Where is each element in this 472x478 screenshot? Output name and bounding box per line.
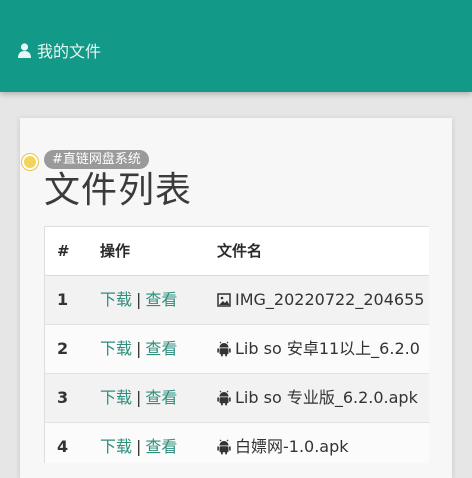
file-name-cell[interactable]: Lib so 专业版_6.2.0.apk <box>217 374 418 422</box>
user-icon <box>18 42 31 58</box>
android-icon <box>217 341 231 357</box>
download-link[interactable]: 下载 <box>100 339 132 358</box>
action-separator: | <box>136 388 142 407</box>
table-header: # 操作 文件名 <box>45 227 429 277</box>
app-bar: 我的文件 <box>0 0 472 92</box>
row-actions: 下载 | 查看 <box>100 374 177 422</box>
file-name[interactable]: Lib so 安卓11以上_6.2.0 <box>235 325 420 373</box>
row-num: 3 <box>57 388 69 407</box>
action-separator: | <box>136 339 142 358</box>
row-actions: 下载 | 查看 <box>100 325 177 373</box>
view-link[interactable]: 查看 <box>145 290 177 309</box>
table-row: 3 下载 | 查看 Lib so 专业版_6.2.0.apk <box>45 374 429 423</box>
row-num: 1 <box>57 290 69 309</box>
file-name-cell[interactable]: 白嫖网-1.0.apk <box>217 423 349 463</box>
status-dot <box>22 154 38 170</box>
file-table: # 操作 文件名 1 下载 | 查看 IMG_20220722_204655 2 下… <box>44 226 429 463</box>
android-icon <box>217 439 231 455</box>
image-icon <box>217 293 231 307</box>
file-name-cell[interactable]: Lib so 安卓11以上_6.2.0 <box>217 325 420 373</box>
action-separator: | <box>136 290 142 309</box>
row-num: 2 <box>57 339 69 358</box>
view-link[interactable]: 查看 <box>145 388 177 407</box>
app-title[interactable]: 我的文件 <box>18 38 101 62</box>
android-icon <box>217 390 231 406</box>
row-num: 4 <box>57 437 69 456</box>
file-name[interactable]: 白嫖网-1.0.apk <box>235 423 349 463</box>
download-link[interactable]: 下载 <box>100 437 132 456</box>
row-actions: 下载 | 查看 <box>100 423 177 463</box>
view-link[interactable]: 查看 <box>145 437 177 456</box>
header-ops: 操作 <box>100 242 131 260</box>
file-name[interactable]: IMG_20220722_204655 <box>235 276 424 324</box>
file-name-cell[interactable]: IMG_20220722_204655 <box>217 276 424 324</box>
table-row: 2 下载 | 查看 Lib so 安卓11以上_6.2.0 <box>45 325 429 374</box>
header-num: # <box>57 242 70 260</box>
file-name[interactable]: Lib so 专业版_6.2.0.apk <box>235 374 418 422</box>
header-name: 文件名 <box>217 242 263 260</box>
action-separator: | <box>136 437 142 456</box>
table-row: 4 下载 | 查看 白嫖网-1.0.apk <box>45 423 429 463</box>
download-link[interactable]: 下载 <box>100 290 132 309</box>
row-actions: 下载 | 查看 <box>100 276 177 324</box>
download-link[interactable]: 下载 <box>100 388 132 407</box>
table-row: 1 下载 | 查看 IMG_20220722_204655 <box>45 276 429 325</box>
view-link[interactable]: 查看 <box>145 339 177 358</box>
page-title: 文件列表 <box>44 170 193 211</box>
system-tag: #直链网盘系统 <box>44 150 149 169</box>
app-title-label: 我的文件 <box>37 42 102 61</box>
